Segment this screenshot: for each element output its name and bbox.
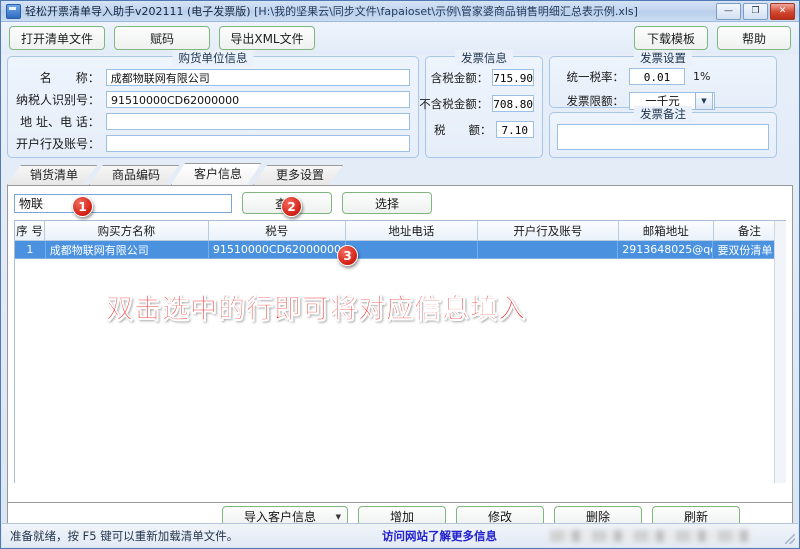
assign-code-button[interactable]: 赋码 (114, 26, 210, 50)
invoice-amount-incl-value: 715.90 (492, 69, 534, 86)
redacted-info (550, 529, 750, 542)
buyer-bank-input[interactable] (106, 135, 410, 152)
invoice-right-column: 发票设置 统一税率： 0.01 1% 发票限额： 一千元 ▼ 发票备注 (549, 50, 777, 158)
maximize-button[interactable]: ❐ (743, 2, 768, 20)
status-message: 准备就绪，按 F5 键可以重新加载清单文件。 (10, 528, 239, 543)
select-button[interactable]: 选择 (342, 192, 432, 214)
grid-header-bank[interactable]: 开户行及账号 (477, 221, 619, 241)
tax-rate-percent-label: 1% (693, 70, 711, 83)
buyer-info-group: 购货单位信息 名 称： 成都物联网有限公司 纳税人识别号： 91510000CD… (7, 50, 419, 158)
cell-index: 1 (15, 241, 46, 259)
buyer-name-input[interactable]: 成都物联网有限公司 (105, 69, 410, 86)
invoice-settings-group: 发票设置 统一税率： 0.01 1% 发票限额： 一千元 ▼ (549, 50, 777, 110)
search-input[interactable]: 物联 (14, 193, 232, 213)
tab-sales-list[interactable]: 销货清单 (7, 165, 97, 185)
window-title-text: 轻松开票清单导入助手v202111 (电子发票版) (25, 5, 251, 18)
app-icon (6, 3, 21, 19)
window-controls: — ❐ ✕ (716, 2, 797, 20)
invoice-remark-textarea[interactable] (557, 124, 769, 150)
buyer-bank-label: 开户行及账号： (16, 137, 101, 151)
close-button[interactable]: ✕ (770, 2, 795, 20)
invoice-info-group: 发票信息 含税金额： 715.90 不含税金额： 708.80 税 额： 7.1… (419, 50, 543, 158)
cell-bank (477, 241, 619, 259)
tab-more-settings[interactable]: 更多设置 (253, 165, 343, 185)
grid-vertical-scrollbar[interactable] (774, 221, 786, 483)
invoice-tax-row: 税 额： 7.10 (434, 121, 534, 138)
grid-header-taxno[interactable]: 税号 (208, 221, 346, 241)
buyer-bank-row: 开户行及账号： (16, 135, 410, 152)
buyer-taxid-input[interactable]: 91510000CD62000000 (106, 91, 410, 108)
invoice-remark-title: 发票备注 (634, 106, 692, 122)
open-list-file-button[interactable]: 打开清单文件 (9, 26, 105, 50)
grid-header-row: 序 号 购买方名称 税号 地址电话 开户行及账号 邮箱地址 备注 (15, 221, 786, 241)
buyer-address-input[interactable] (105, 113, 410, 130)
window-title: 轻松开票清单导入助手v202111 (电子发票版) [H:\我的坚果云\同步文件… (25, 3, 638, 19)
invoice-amount-incl-row: 含税金额： 715.90 (430, 69, 534, 86)
invoice-limit-label: 发票限额： (566, 94, 625, 108)
buyer-taxid-row: 纳税人识别号： 91510000CD62000000 (16, 91, 410, 108)
step-badge-1: 1 (72, 196, 93, 217)
chevron-down-icon[interactable]: ▼ (695, 92, 713, 110)
download-template-button[interactable]: 下载模板 (634, 26, 708, 50)
chevron-down-icon[interactable]: ▼ (336, 513, 341, 521)
invoice-remark-group: 发票备注 (549, 106, 777, 158)
cell-address (345, 241, 478, 259)
tab-strip: 销货清单 商品编码 客户信息 更多设置 (7, 164, 793, 185)
buyer-taxid-label: 纳税人识别号： (16, 93, 101, 107)
status-bar: 准备就绪，按 F5 键可以重新加载清单文件。 访问网站了解更多信息 (2, 523, 798, 547)
tax-rate-input[interactable]: 0.01 (629, 68, 685, 85)
cell-email: 2913648025@qq... (618, 241, 714, 259)
buyer-address-label: 地 址、电 话： (20, 115, 100, 129)
customer-info-panel: 物联 查询 选择 序 号 购买方名称 税号 地址电话 开户行及账号 邮箱地址 备… (7, 185, 793, 503)
tab-customer-info[interactable]: 客户信息 (171, 163, 261, 185)
step-badge-2: 2 (281, 196, 302, 217)
tax-rate-row: 统一税率： 0.01 1% (558, 68, 768, 85)
tab-product-code[interactable]: 商品编码 (89, 165, 179, 185)
invoice-tax-value: 7.10 (495, 121, 534, 138)
tax-rate-label: 统一税率： (566, 69, 625, 84)
cell-name: 成都物联网有限公司 (45, 241, 209, 259)
export-xml-button[interactable]: 导出XML文件 (219, 26, 315, 50)
website-link[interactable]: 访问网站了解更多信息 (382, 528, 497, 544)
invoice-settings-title: 发票设置 (634, 50, 692, 66)
info-panels: 购货单位信息 名 称： 成都物联网有限公司 纳税人识别号： 91510000CD… (1, 50, 799, 158)
invoice-amount-excl-row: 不含税金额： 708.80 (419, 95, 534, 112)
minimize-button[interactable]: — (716, 2, 741, 20)
table-row[interactable]: 1 成都物联网有限公司 91510000CD62000000 291364802… (15, 241, 786, 259)
invoice-tax-label: 税 额： (434, 122, 492, 137)
step-badge-3: 3 (337, 245, 358, 266)
grid-header-name[interactable]: 购买方名称 (45, 221, 209, 241)
buyer-info-title: 购货单位信息 (172, 50, 254, 66)
resize-grip[interactable] (785, 534, 795, 544)
buyer-name-label: 名 称： (39, 71, 100, 85)
buyer-name-row: 名 称： 成都物联网有限公司 (16, 69, 410, 86)
customer-grid: 序 号 购买方名称 税号 地址电话 开户行及账号 邮箱地址 备注 1 成都物联网… (14, 220, 786, 483)
search-row: 物联 查询 选择 (14, 192, 786, 214)
grid-header-index[interactable]: 序 号 (15, 221, 46, 241)
buyer-address-row: 地 址、电 话： (16, 113, 410, 130)
cell-taxno: 91510000CD62000000 (208, 241, 346, 259)
invoice-amount-excl-label: 不含税金额： (419, 96, 489, 111)
grid-header-address[interactable]: 地址电话 (345, 221, 478, 241)
help-button[interactable]: 帮助 (717, 26, 791, 50)
window-file-path: [H:\我的坚果云\同步文件\fapaioset\示例\管家婆商品销售明细汇总表… (254, 5, 638, 18)
invoice-amount-excl-value: 708.80 (492, 95, 534, 112)
invoice-info-title: 发票信息 (455, 50, 513, 66)
grid-header-email[interactable]: 邮箱地址 (618, 221, 714, 241)
application-window: 轻松开票清单导入助手v202111 (电子发票版) [H:\我的坚果云\同步文件… (0, 0, 800, 549)
title-bar: 轻松开票清单导入助手v202111 (电子发票版) [H:\我的坚果云\同步文件… (1, 1, 799, 22)
invoice-amount-incl-label: 含税金额： (430, 70, 489, 85)
